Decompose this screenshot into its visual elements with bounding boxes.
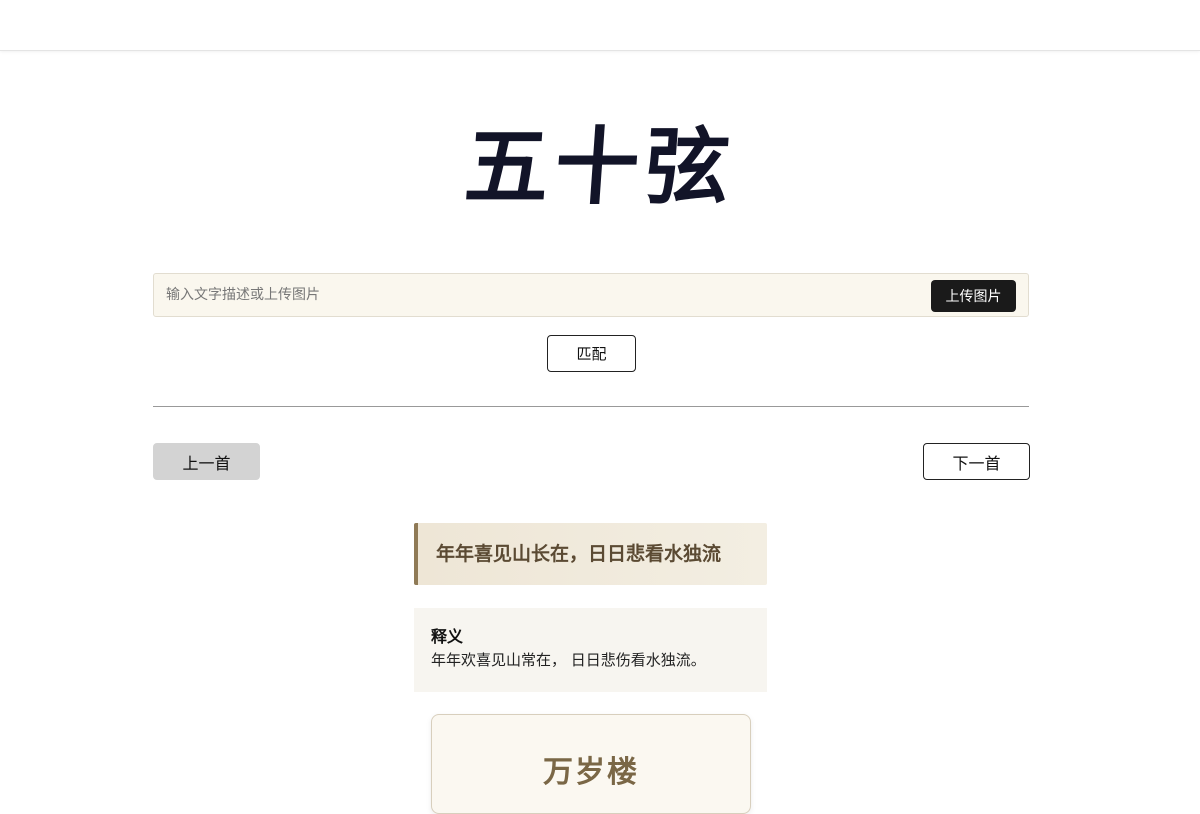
upload-image-button[interactable]: 上传图片: [931, 280, 1016, 312]
search-bar: 上传图片: [153, 273, 1029, 317]
meaning-box: 释义 年年欢喜见山常在， 日日悲伤看水独流。: [414, 608, 767, 692]
next-poem-button[interactable]: 下一首: [923, 443, 1030, 480]
match-button[interactable]: 匹配: [547, 335, 636, 372]
poem-title: 万岁楼: [543, 755, 639, 790]
top-navbar: [0, 0, 1200, 51]
site-logo: 五十弦: [461, 117, 739, 216]
search-input[interactable]: [154, 274, 914, 316]
meaning-text: 年年欢喜见山常在， 日日悲伤看水独流。: [431, 651, 706, 669]
meaning-title: 释义: [431, 627, 464, 646]
poem-card[interactable]: 万岁楼: [431, 714, 751, 814]
section-divider: [153, 406, 1029, 407]
previous-poem-button[interactable]: 上一首: [153, 443, 260, 480]
matched-verse: 年年喜见山长在，日日悲看水独流: [414, 523, 767, 585]
